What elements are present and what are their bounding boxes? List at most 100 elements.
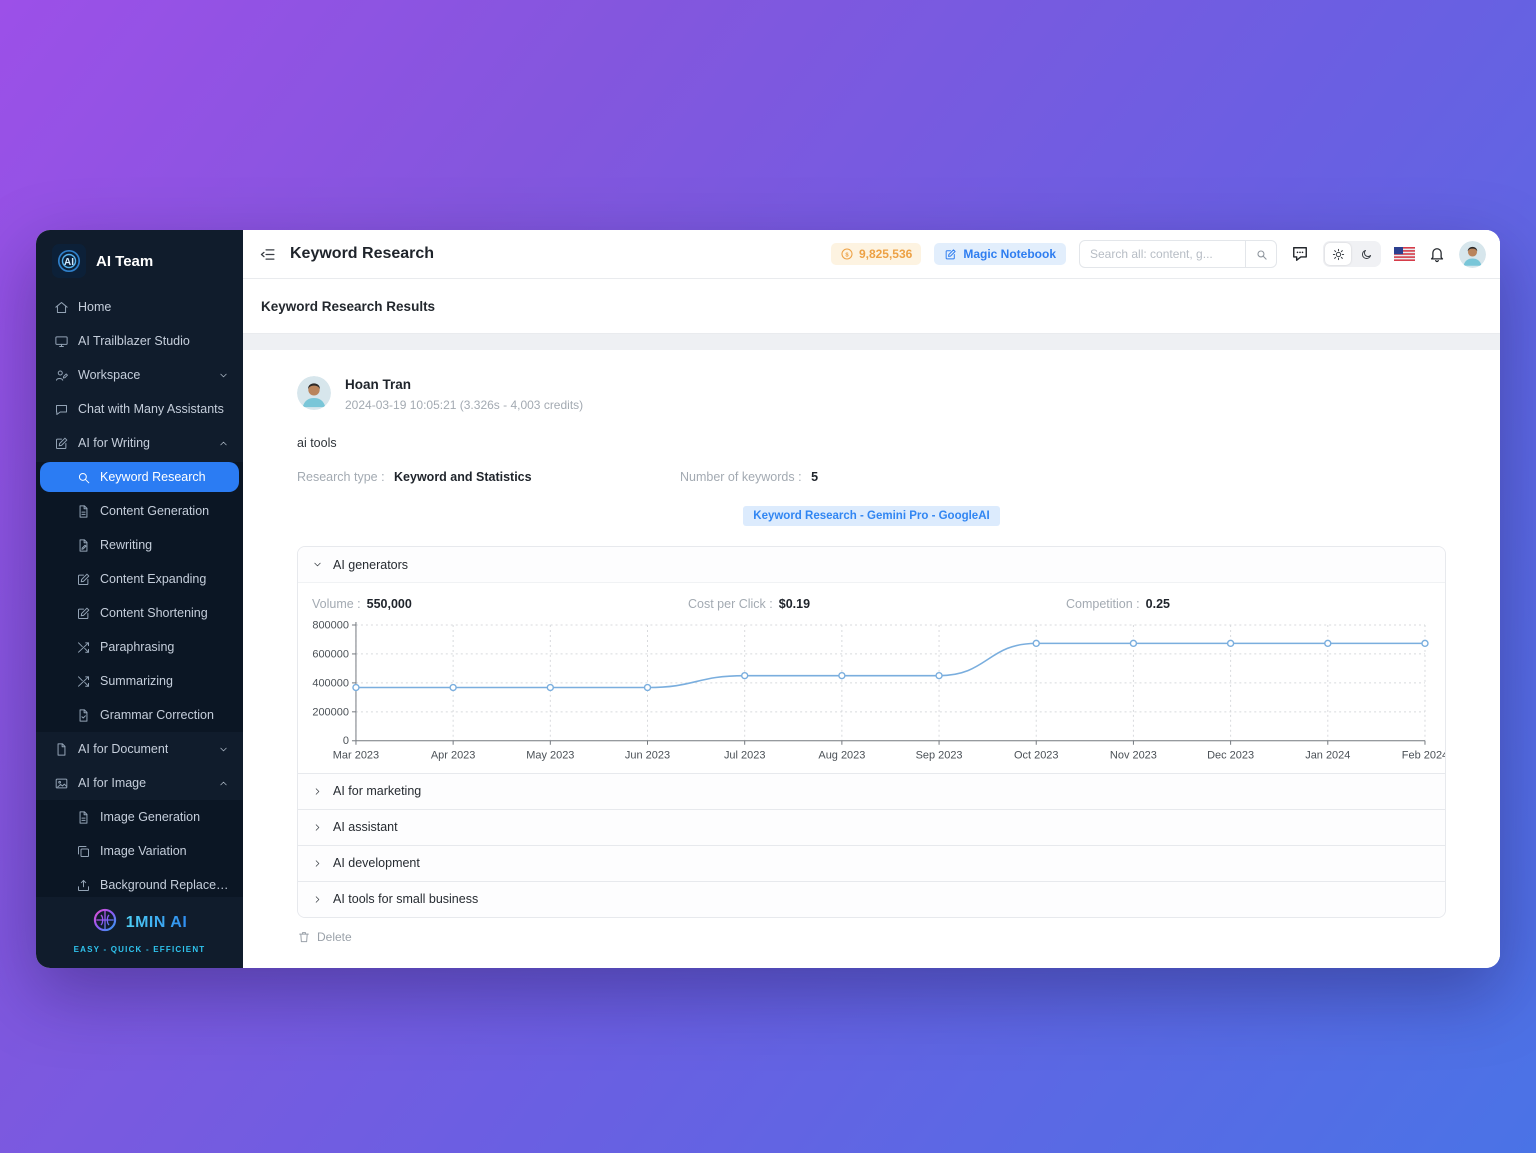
svg-text:Jul 2023: Jul 2023 [724,750,765,762]
sidebar-item-label: AI for Document [78,742,168,756]
sidebar-item-summarizing[interactable]: Summarizing [36,664,243,698]
keyword-panel-header-ai-assistant[interactable]: AI assistant [298,810,1445,845]
sidebar-item-ai-trailblazer-studio[interactable]: AI Trailblazer Studio [36,324,243,358]
cpc-stat: Cost per Click :$0.19 [688,597,1066,611]
results-heading: Keyword Research Results [243,279,1500,334]
image-icon [54,776,69,791]
sidebar-item-label: Image Variation [100,844,187,858]
sidebar-item-image-generation[interactable]: Image Generation [36,800,243,834]
ai-team-logo-icon: AI [52,244,86,278]
sidebar-item-rewriting[interactable]: Rewriting [36,528,243,562]
sidebar-item-home[interactable]: Home [36,290,243,324]
svg-text:Jun 2023: Jun 2023 [625,750,670,762]
keyword-panel-header-ai-tools-for-small-business[interactable]: AI tools for small business [298,882,1445,917]
competition-stat: Competition :0.25 [1066,597,1170,611]
volume-stat: Volume : 550,000 [312,597,688,611]
sidebar-item-label: AI Trailblazer Studio [78,334,190,348]
pencil-square-icon [76,606,91,621]
copy-icon [76,844,91,859]
pencil-square-icon [944,248,957,261]
sidebar-item-ai-for-document[interactable]: AI for Document [36,732,243,766]
sidebar-item-paraphrasing[interactable]: Paraphrasing [36,630,243,664]
keyword-panel-header-ai-development[interactable]: AI development [298,846,1445,881]
keyword-panel-ai-tools-for-small-business: AI tools for small business [298,881,1445,917]
keywords-count: Number of keywords : 5 [680,470,818,484]
results-heading-label: Keyword Research Results [261,299,435,314]
app-window: AI AI Team Home AI Trailblazer Studio Work… [36,230,1500,968]
volume-stat-value: 550,000 [367,597,412,611]
sidebar-item-chat-with-many-assistants[interactable]: Chat with Many Assistants [36,392,243,426]
page-background: AI AI Team Home AI Trailblazer Studio Work… [0,0,1536,1153]
sun-icon[interactable] [1325,243,1351,265]
sidebar-item-label: AI for Image [78,776,146,790]
chat-bubble-icon[interactable] [1290,244,1310,264]
search-icon [76,470,91,485]
sidebar-item-label: Content Shortening [100,606,208,620]
svg-text:May 2023: May 2023 [526,750,574,762]
sidebar-brand: AI AI Team [36,230,243,290]
sidebar-item-content-shortening[interactable]: Content Shortening [36,596,243,630]
magic-notebook-label: Magic Notebook [963,247,1056,261]
us-flag-icon[interactable] [1394,247,1415,261]
user-avatar[interactable] [1459,241,1486,268]
credits-badge[interactable]: $ 9,825,536 [831,243,921,265]
sidebar-item-ai-for-writing[interactable]: AI for Writing [36,426,243,460]
keywords-count-value: 5 [811,470,818,484]
chevron-right-icon [312,858,323,869]
keyword-panel-ai-assistant: AI assistant [298,809,1445,845]
sidebar-item-label: Grammar Correction [100,708,214,722]
volume-stat-label: Volume : [312,597,361,611]
document-icon [76,504,91,519]
chat-icon [54,402,69,417]
research-query: ai tools [297,436,1446,450]
delete-button[interactable]: Delete [297,930,352,944]
keyword-name: AI tools for small business [333,892,478,906]
sidebar-item-label: Image Generation [100,810,200,824]
sidebar: AI AI Team Home AI Trailblazer Studio Work… [36,230,243,968]
magic-notebook-button[interactable]: Magic Notebook [934,243,1066,265]
monitor-icon [54,334,69,349]
chevron-right-icon [312,822,323,833]
sidebar-item-image-variation[interactable]: Image Variation [36,834,243,868]
theme-toggle [1323,241,1381,267]
moon-icon[interactable] [1353,243,1379,265]
keyword-panel-header-ai-for-marketing[interactable]: AI for marketing [298,774,1445,809]
sidebar-item-ai-for-image[interactable]: AI for Image [36,766,243,800]
svg-text:400000: 400000 [312,677,349,689]
sidebar-item-content-generation[interactable]: Content Generation [36,494,243,528]
svg-text:Feb 2024: Feb 2024 [1402,750,1446,762]
sidebar-item-content-expanding[interactable]: Content Expanding [36,562,243,596]
sidebar-item-workspace[interactable]: Workspace [36,358,243,392]
search-icon[interactable] [1245,241,1276,267]
research-type-value: Keyword and Statistics [394,470,532,484]
chevron-down-icon [218,744,229,755]
footer-tagline: EASY - QUICK - EFFICIENT [46,945,233,954]
footer-brand: 1MIN AI [46,907,233,938]
svg-text:Aug 2023: Aug 2023 [818,750,865,762]
svg-text:AI: AI [64,257,74,268]
chevron-right-icon [312,786,323,797]
chevron-down-icon [218,370,229,381]
cpc-stat-label: Cost per Click : [688,597,773,611]
search-input[interactable] [1080,247,1245,261]
sidebar-item-label: Home [78,300,111,314]
svg-text:Sep 2023: Sep 2023 [916,750,963,762]
sidebar-item-keyword-research[interactable]: Keyword Research [40,462,239,492]
sidebar-submenu: Keyword Research Content GenerationRewrit… [36,462,243,732]
chevron-down-icon [312,559,323,570]
footer-brand-title: 1MIN AI [126,914,188,932]
keyword-panel-header-ai-generators[interactable]: AI generators [298,547,1445,582]
brand-title: AI Team [96,253,153,270]
global-search [1079,240,1277,268]
sidebar-item-label: Summarizing [100,674,173,688]
sidebar-item-label: Keyword Research [100,470,206,484]
svg-text:800000: 800000 [312,619,349,631]
bell-icon[interactable] [1428,245,1446,263]
sidebar-item-grammar-correction[interactable]: Grammar Correction [36,698,243,732]
sidebar-submenu: Image Generation Image Variation Backgroun… [36,800,243,897]
keywords-accordion: AI generators Volume : 550,000 Cost per Cli… [297,546,1446,918]
collapse-sidebar-icon[interactable] [259,246,276,263]
sidebar-item-background-replacement[interactable]: Background Replacement [36,868,243,897]
shuffle-icon [76,674,91,689]
document-check-icon [76,708,91,723]
